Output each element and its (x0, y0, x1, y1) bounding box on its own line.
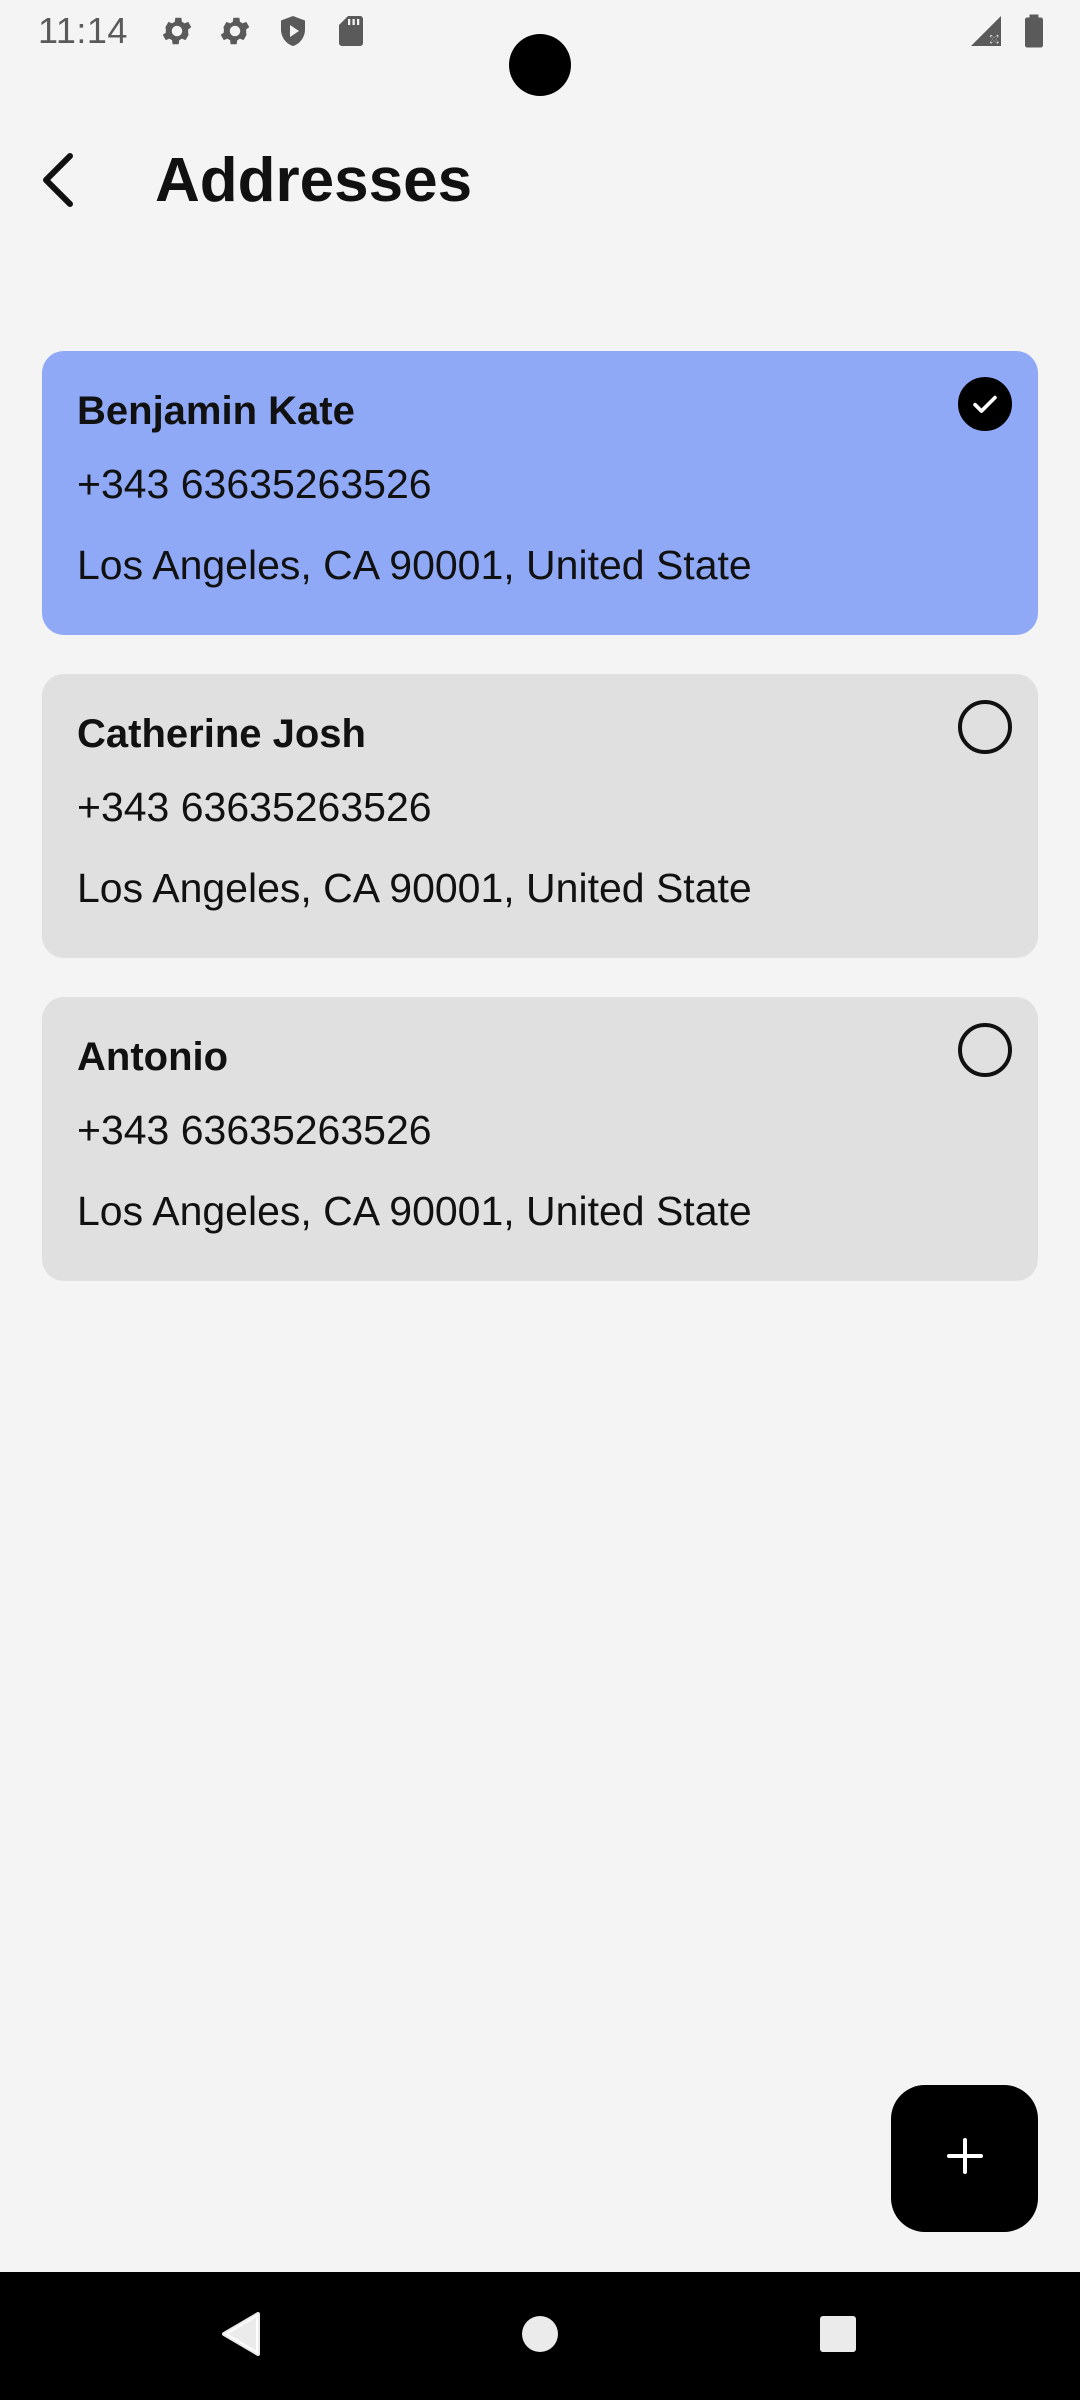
back-arrow-icon (34, 150, 82, 215)
radio-checked-icon[interactable] (958, 377, 1012, 431)
address-card-benjamin-kate[interactable]: Benjamin Kate +343 63635263526 Los Angel… (42, 351, 1038, 635)
address-name: Benjamin Kate (77, 389, 355, 433)
address-phone: +343 63635263526 (77, 1107, 432, 1153)
address-phone: +343 63635263526 (77, 461, 432, 507)
signal-icon (968, 13, 1004, 49)
address-card-catherine-josh[interactable]: Catherine Josh +343 63635263526 Los Ange… (42, 674, 1038, 958)
sd-card-icon (333, 13, 369, 49)
address-card-antonio[interactable]: Antonio +343 63635263526 Los Angeles, CA… (42, 997, 1038, 1281)
nav-back-button[interactable] (160, 2272, 320, 2400)
nav-back-icon (218, 2310, 262, 2363)
radio-unchecked-icon[interactable] (958, 700, 1012, 754)
nav-recents-button[interactable] (758, 2272, 918, 2400)
address-text: Los Angeles, CA 90001, United State (77, 865, 752, 911)
address-list: Benjamin Kate +343 63635263526 Los Angel… (42, 351, 1038, 1320)
nav-recents-icon (818, 2314, 858, 2359)
plus-icon (945, 2136, 985, 2181)
nav-home-button[interactable] (460, 2272, 620, 2400)
add-address-button[interactable] (891, 2085, 1038, 2232)
navigation-bar (0, 2272, 1080, 2400)
camera-cutout (509, 34, 571, 96)
address-text: Los Angeles, CA 90001, United State (77, 542, 752, 588)
settings-icon (217, 13, 253, 49)
settings-icon (159, 13, 195, 49)
address-name: Catherine Josh (77, 712, 366, 756)
nav-home-icon (520, 2314, 560, 2359)
page-title: Addresses (155, 146, 473, 215)
battery-icon (1016, 13, 1052, 49)
address-text: Los Angeles, CA 90001, United State (77, 1188, 752, 1234)
address-phone: +343 63635263526 (77, 784, 432, 830)
address-name: Antonio (77, 1035, 229, 1079)
shield-play-icon (275, 13, 311, 49)
addresses-screen: 11:14 Addresses Benjamin Kate +343 63635… (0, 0, 1080, 2400)
back-button[interactable] (22, 142, 94, 222)
status-bar: 11:14 (0, 0, 1080, 96)
radio-unchecked-icon[interactable] (958, 1023, 1012, 1077)
status-time: 11:14 (38, 10, 128, 51)
